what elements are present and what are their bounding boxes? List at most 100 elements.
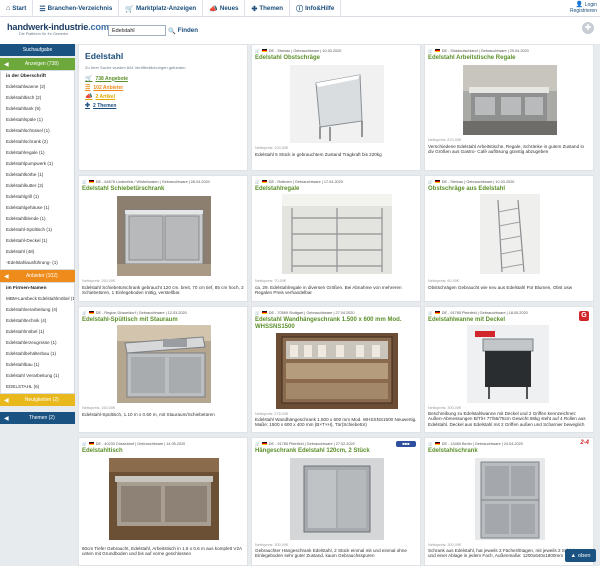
- listing-card[interactable]: 🛒 DE - Rottmen | Gebrauchtware | 17.04.20…: [251, 175, 421, 302]
- firm-item[interactable]: Edelstahlmöbel (1): [1, 326, 74, 337]
- filter-item[interactable]: Edelstahlgehäuse (1): [1, 202, 74, 213]
- listing-description: Verschiedene Edelstahl Arbeitstische, Re…: [428, 144, 585, 155]
- listing-title[interactable]: Edelstahl Wandhängeschrank 1.500 x 600 m…: [252, 315, 420, 330]
- firm-item[interactable]: Edelstahlverarbeitung (4): [1, 304, 74, 315]
- filter-item[interactable]: Edelstahlgrill (1): [1, 191, 74, 202]
- filter-item[interactable]: Edelstahlwanne (2): [1, 81, 74, 92]
- back-to-top-button[interactable]: ▲ oben: [565, 549, 596, 562]
- listing-photo[interactable]: [290, 458, 384, 540]
- home-icon: ⌂: [6, 5, 11, 12]
- themen-label: Themen (2): [28, 415, 55, 421]
- listing-card[interactable]: 🛒 DE - 91785 Pleinfeld | Gebrauchtware | …: [424, 306, 594, 433]
- filter-item[interactable]: Edelstahlkörbe (1): [1, 169, 74, 180]
- page-header: handwerk-industrie.com Die Plattform für…: [0, 17, 600, 44]
- listing-card[interactable]: 🛒 DE - Steinau | Gebrauchtware | 10.03.20…: [424, 175, 594, 302]
- register-link[interactable]: Registrieren: [570, 8, 597, 14]
- firm-item[interactable]: Edelstahl Verarbeitung (1): [1, 370, 74, 381]
- anbieter-link[interactable]: ☰ 102 Anbieter: [85, 84, 241, 92]
- login-link[interactable]: 👤 Login: [576, 1, 597, 8]
- listing-title[interactable]: Edelstahl Obstschräge: [252, 53, 420, 62]
- filter-item[interactable]: Edelstahlblende (1): [1, 213, 74, 224]
- filter-item[interactable]: Edelstahltisch (2): [1, 92, 74, 103]
- listing-photo[interactable]: [290, 65, 384, 143]
- listing-title[interactable]: Edelstahlregale: [252, 184, 420, 193]
- anzeigen-filter-list: in der Überschrift Edelstahlwanne (2) Ed…: [0, 70, 75, 270]
- nav-neues-label: Neues: [219, 5, 239, 12]
- firm-item[interactable]: Edelstahlbau (1): [1, 359, 74, 370]
- megaphone-icon: 📣: [209, 5, 218, 13]
- listing-title[interactable]: Hängeschrank Edelstahl 120cm, 2 Stück: [252, 446, 420, 455]
- firm-item[interactable]: Edelstahlerzeugnisse (1): [1, 337, 74, 348]
- nav-neues[interactable]: 📣 Neues: [203, 0, 246, 17]
- filter-item[interactable]: Edelstahlkutter (2): [1, 180, 74, 191]
- firm-item[interactable]: Edelstahltechnik (4): [1, 315, 74, 326]
- listing-title[interactable]: Edelstahlwanne mit Deckel: [425, 315, 593, 324]
- filter-item[interactable]: Edelstahlregale (1): [1, 147, 74, 158]
- filter-item[interactable]: Edelstahlschrank (2): [1, 136, 74, 147]
- listing-meta: 🛒 DE - 64678 Lindenfels / Winterkasten | …: [79, 176, 247, 185]
- listing-card[interactable]: 🛒 DE - 40233 Düsseldorf | Gebrauchtware |…: [78, 437, 248, 566]
- firm-item[interactable]: EDELSTAHL (6): [1, 381, 74, 392]
- listing-price: Nettopreis: 260,00€: [82, 279, 116, 283]
- angebote-link[interactable]: 🛒 738 Angebote: [85, 75, 241, 83]
- listing-title[interactable]: Edelstahl Schiebetürschrank: [79, 184, 247, 193]
- listing-card[interactable]: 🛒 DE - Steinau | Gebrauchtware | 10.03.20…: [251, 44, 421, 171]
- listing-photo[interactable]: [117, 196, 211, 276]
- chevron-left-icon: ◀: [4, 415, 9, 422]
- suchaufgabe-button[interactable]: Suchaufgabe: [0, 44, 75, 56]
- account-links: 👤 Login Registrieren: [570, 1, 597, 14]
- listing-meta-text: DE - 13469 Berlin | Gebrauchtware | 24.0…: [441, 441, 523, 446]
- listing-photo[interactable]: [109, 458, 219, 540]
- neuigkeiten-toggle[interactable]: ◀ Neuigkeiten (2): [0, 394, 75, 406]
- themen-toggle[interactable]: ◀ Themen (2): [0, 412, 75, 424]
- page-title: Edelstahl: [85, 51, 124, 61]
- filter-item[interactable]: -Edelstahlausführung- (1): [1, 257, 74, 268]
- filter-item[interactable]: Edelstahlpumpwerk (1): [1, 158, 74, 169]
- themen-link[interactable]: ✤ 2 Themen: [85, 102, 241, 110]
- listing-price: Nettopreis: 300,00€: [255, 543, 289, 547]
- listing-photo[interactable]: [467, 325, 549, 403]
- firm-item[interactable]: Edelstahlbehälterbau (1): [1, 348, 74, 359]
- listing-photo[interactable]: [480, 194, 540, 274]
- listing-photo[interactable]: [117, 325, 211, 403]
- filter-item[interactable]: Edelstahl-Deckel (1): [1, 235, 74, 246]
- listing-card[interactable]: 🛒 DE - 64678 Lindenfels / Winterkasten | …: [78, 175, 248, 302]
- firm-item[interactable]: MBM-Lambeck Edelstahlmöbel (1): [1, 293, 74, 304]
- nav-info[interactable]: ⓘ Info&Hilfe: [290, 0, 342, 17]
- listing-title[interactable]: Edelstahltisch: [79, 446, 247, 455]
- flag-de-icon: [434, 179, 440, 184]
- nav-marktplatz[interactable]: 🛒 Marktplatz-Anzeigen: [119, 0, 204, 17]
- listing-card[interactable]: 🛒 DE - Süddeutschland | Gebrauchtware | 2…: [424, 44, 594, 171]
- nav-branchen[interactable]: ☰ Branchen-Verzeichnis: [33, 0, 120, 17]
- site-logo[interactable]: handwerk-industrie.com: [7, 22, 109, 32]
- listing-card[interactable]: 🛒 DE - 91785 Pleinfeld | Gebrauchtware | …: [251, 437, 421, 566]
- listing-photo[interactable]: [475, 458, 545, 540]
- find-button[interactable]: 🔍 Finden: [168, 25, 198, 36]
- listing-meta: 🛒 DE - Steinau | Gebrauchtware | 10.03.20…: [425, 176, 593, 185]
- anzeigen-toggle[interactable]: ◀ Anzeigen (738): [0, 58, 75, 70]
- filter-item[interactable]: Edelstahltank (9): [1, 103, 74, 114]
- listing-photo[interactable]: [463, 65, 557, 135]
- info-icon: ⓘ: [296, 5, 304, 13]
- nav-themen[interactable]: ✤ Themen: [245, 0, 291, 17]
- listing-card[interactable]: 🛒 DE - 70569 Stuttgart | Gebrauchtware | …: [251, 306, 421, 433]
- top-navigation: ⌂ Start ☰ Branchen-Verzeichnis 🛒 Marktplatz…: [0, 0, 600, 17]
- anbieter-toggle[interactable]: ◀ Anbieter (102): [0, 270, 75, 282]
- search-input[interactable]: [108, 25, 166, 36]
- listing-title[interactable]: Obstschräge aus Edelstahl: [425, 184, 593, 193]
- listing-card[interactable]: 🛒 DE - 13469 Berlin | Gebrauchtware | 24.…: [424, 437, 594, 566]
- artikel-link[interactable]: 📣 2 Artikel: [85, 93, 241, 101]
- filter-item[interactable]: Edelstahlschüssel (1): [1, 125, 74, 136]
- logo-main: handwerk-industrie: [7, 22, 89, 32]
- nav-start[interactable]: ⌂ Start: [0, 0, 34, 17]
- listing-card[interactable]: 🛒 DE - Region Düsseldorf | Gebrauchtware …: [78, 306, 248, 433]
- filter-item[interactable]: Edelstahl (48): [1, 246, 74, 257]
- listing-photo[interactable]: [282, 194, 392, 274]
- listing-photo[interactable]: [276, 333, 398, 409]
- filter-item[interactable]: Edelstahl-Spültisch (1): [1, 224, 74, 235]
- listing-title[interactable]: Edelstahlschrank: [425, 446, 593, 455]
- listing-title[interactable]: Edelstahl Arbeitstische Regale: [425, 53, 593, 62]
- filter-item[interactable]: Edelstahlspüle (1): [1, 114, 74, 125]
- bookmark-corner-button[interactable]: ✚: [582, 22, 594, 34]
- listing-title[interactable]: Edelstahl-Spültisch mit Stauraum: [79, 315, 247, 324]
